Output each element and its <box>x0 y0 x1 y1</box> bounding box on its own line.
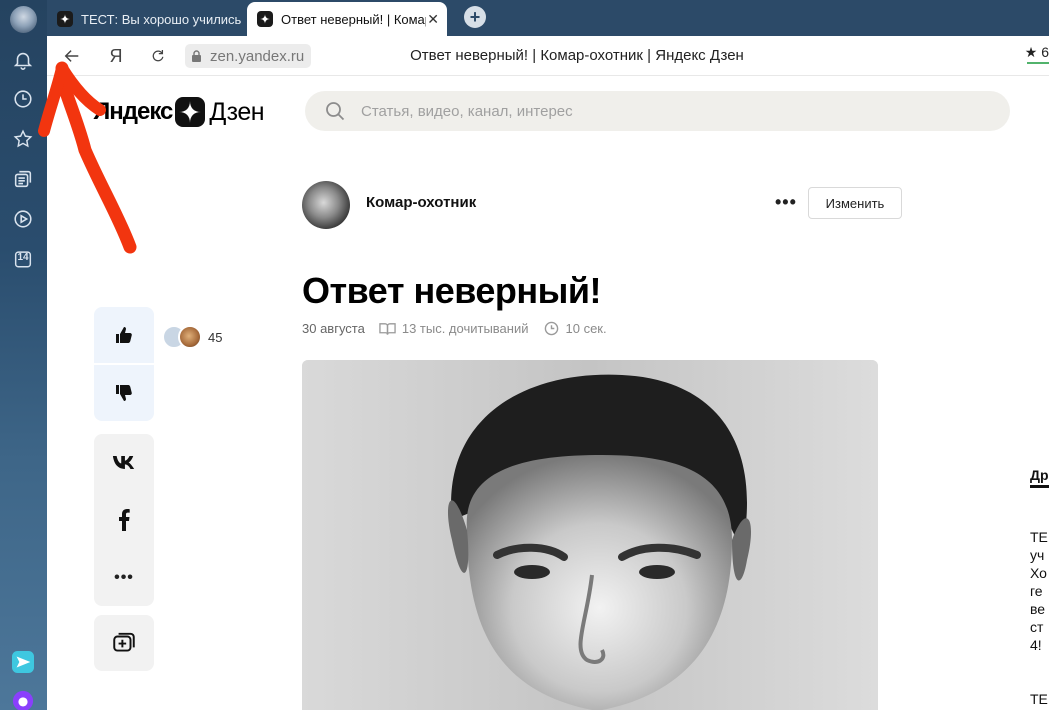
reactions-panel <box>94 307 154 421</box>
tab-strip: ТЕСТ: Вы хорошо учились Ответ неверный! … <box>47 0 1049 36</box>
address-bar: Я zen.yandex.ru Ответ неверный! | Комар-… <box>47 36 1049 76</box>
clock-icon <box>544 321 558 336</box>
share-more-button[interactable]: ••• <box>94 554 154 602</box>
channel-avatar[interactable] <box>302 181 350 229</box>
tab-test[interactable]: ТЕСТ: Вы хорошо учились <box>47 2 245 36</box>
related-line[interactable]: ге <box>1030 582 1049 600</box>
yandex-button[interactable]: Я <box>105 45 127 67</box>
back-arrow-icon[interactable] <box>61 45 83 67</box>
related-line[interactable]: уч <box>1030 546 1049 564</box>
vk-icon <box>112 455 135 469</box>
close-tab-icon[interactable]: ✕ <box>427 11 439 27</box>
reload-icon[interactable] <box>147 45 169 67</box>
add-collection-icon <box>113 632 135 652</box>
bell-icon[interactable] <box>10 47 36 73</box>
more-options-button[interactable]: ••• <box>775 192 797 213</box>
clock-icon[interactable] <box>10 86 36 112</box>
bookmark-badge[interactable]: ★ 6 <box>1025 44 1049 61</box>
new-tab-button[interactable]: + <box>464 6 486 28</box>
article-image[interactable] <box>302 360 878 710</box>
likers[interactable]: 45 <box>162 325 222 349</box>
tab-title: ТЕСТ: Вы хорошо учились <box>81 11 242 27</box>
related-spacer <box>1030 654 1049 690</box>
article-date: 30 августа <box>302 321 365 336</box>
likes-count: 45 <box>208 329 223 345</box>
reads-count: 13 тыс. дочитываний <box>401 321 529 336</box>
zen-favicon-icon <box>57 11 73 27</box>
search-input[interactable] <box>361 102 961 120</box>
reads-stat: 13 тыс. дочитываний <box>379 321 529 336</box>
related-line[interactable]: ТЕ <box>1030 528 1049 546</box>
tab-active[interactable]: Ответ неверный! | Комар ✕ <box>247 2 447 36</box>
related-line[interactable]: ст <box>1030 618 1049 636</box>
book-icon <box>379 323 396 335</box>
article-title: Ответ неверный! <box>302 270 602 311</box>
search-icon <box>326 102 345 121</box>
share-panel: ••• <box>94 434 154 606</box>
tab-title: Ответ неверный! | Комар <box>281 11 426 27</box>
facebook-icon <box>119 509 130 531</box>
url-text: zen.yandex.ru <box>210 47 305 65</box>
lock-icon <box>192 50 201 62</box>
page-title: Ответ неверный! | Комар-охотник | Яндекс… <box>410 47 744 64</box>
messenger-icon[interactable] <box>10 649 36 675</box>
liker-avatar <box>178 325 202 349</box>
search-bar[interactable] <box>305 91 1010 131</box>
edit-button[interactable]: Изменить <box>808 187 902 219</box>
add-to-collection-button[interactable] <box>94 615 154 671</box>
thumbs-up-icon <box>116 327 132 343</box>
read-time-stat: 10 сек. <box>543 321 607 336</box>
profile-avatar[interactable] <box>10 6 37 33</box>
facebook-share-button[interactable] <box>94 496 154 544</box>
portrait-photo <box>302 360 878 710</box>
related-heading: Др <box>1030 467 1049 488</box>
collections-icon[interactable] <box>10 166 36 192</box>
vk-share-button[interactable] <box>94 438 154 486</box>
alice-icon[interactable] <box>10 688 36 710</box>
dislike-button[interactable] <box>94 365 154 421</box>
related-line[interactable]: 4! <box>1030 636 1049 654</box>
thumbs-down-icon <box>116 385 132 401</box>
url-field[interactable]: zen.yandex.ru <box>185 44 312 68</box>
logo-dzen: Дзен <box>209 97 265 126</box>
bookmark-indicator <box>1027 62 1049 64</box>
related-sidebar: Др ТЕ уч Хо ге ве ст 4! ТЕ <box>1030 467 1049 708</box>
zen-star-icon <box>175 97 206 127</box>
logo-yandex: Яндекс <box>93 98 173 125</box>
read-time: 10 сек. <box>565 321 607 336</box>
related-line[interactable]: Хо <box>1030 564 1049 582</box>
play-icon[interactable] <box>10 206 36 232</box>
related-line[interactable]: ве <box>1030 600 1049 618</box>
zen-favicon-icon <box>257 11 273 27</box>
star-icon[interactable] <box>10 126 36 152</box>
browser-sidebar: 14 <box>0 0 47 710</box>
like-button[interactable] <box>94 307 154 363</box>
channel-name[interactable]: Комар-охотник <box>366 194 476 211</box>
article-meta: 30 августа 13 тыс. дочитываний 10 сек. <box>302 321 607 336</box>
calendar-icon[interactable]: 14 <box>10 246 36 272</box>
calendar-day: 14 <box>17 252 29 263</box>
related-line[interactable]: ТЕ <box>1030 690 1049 708</box>
zen-logo[interactable]: Яндекс Дзен <box>93 96 265 128</box>
